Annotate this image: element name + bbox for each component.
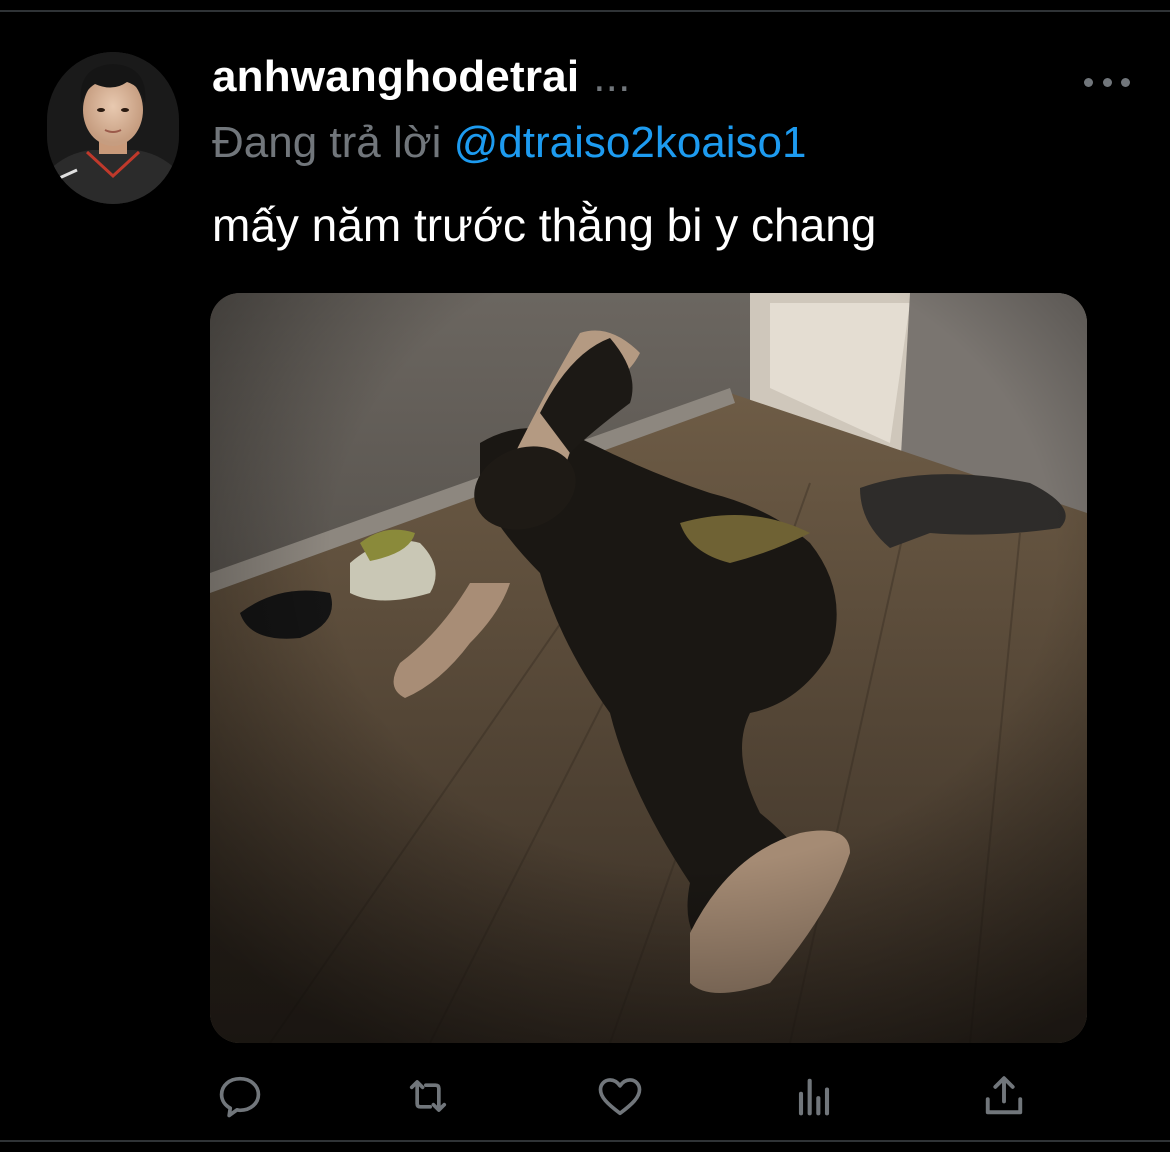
heart-icon	[598, 1078, 642, 1116]
tweet-actions-bar	[210, 1066, 1040, 1126]
analytics-icon	[798, 1078, 830, 1116]
username-text[interactable]: anhwanghodetrai	[212, 52, 579, 101]
reply-context: Đang trả lời @dtraiso2koaiso1	[212, 118, 806, 168]
more-dots-icon	[1121, 77, 1130, 87]
more-dots-icon	[1102, 77, 1112, 87]
views-button[interactable]	[784, 1066, 844, 1126]
username-ellipsis: ...	[593, 52, 631, 101]
retweet-button[interactable]	[398, 1066, 458, 1126]
reply-icon	[219, 1076, 261, 1118]
reply-button[interactable]	[210, 1066, 270, 1126]
retweet-icon	[409, 1080, 447, 1112]
avatar[interactable]	[47, 52, 179, 204]
share-icon	[985, 1076, 1023, 1115]
share-button[interactable]	[974, 1066, 1034, 1126]
more-options-button[interactable]	[1084, 68, 1130, 96]
top-divider	[0, 10, 1170, 12]
reply-to-handle[interactable]: @dtraiso2koaiso1	[454, 118, 807, 167]
username[interactable]: anhwanghodetrai...	[212, 52, 631, 102]
bottom-divider	[0, 1140, 1170, 1142]
tweet-media-image[interactable]	[210, 293, 1087, 1043]
reply-prefix: Đang trả lời	[212, 118, 442, 167]
more-dots-icon	[1084, 77, 1093, 87]
like-button[interactable]	[590, 1066, 650, 1126]
tweet-text: mấy năm trước thằng bi y chang	[212, 199, 877, 251]
